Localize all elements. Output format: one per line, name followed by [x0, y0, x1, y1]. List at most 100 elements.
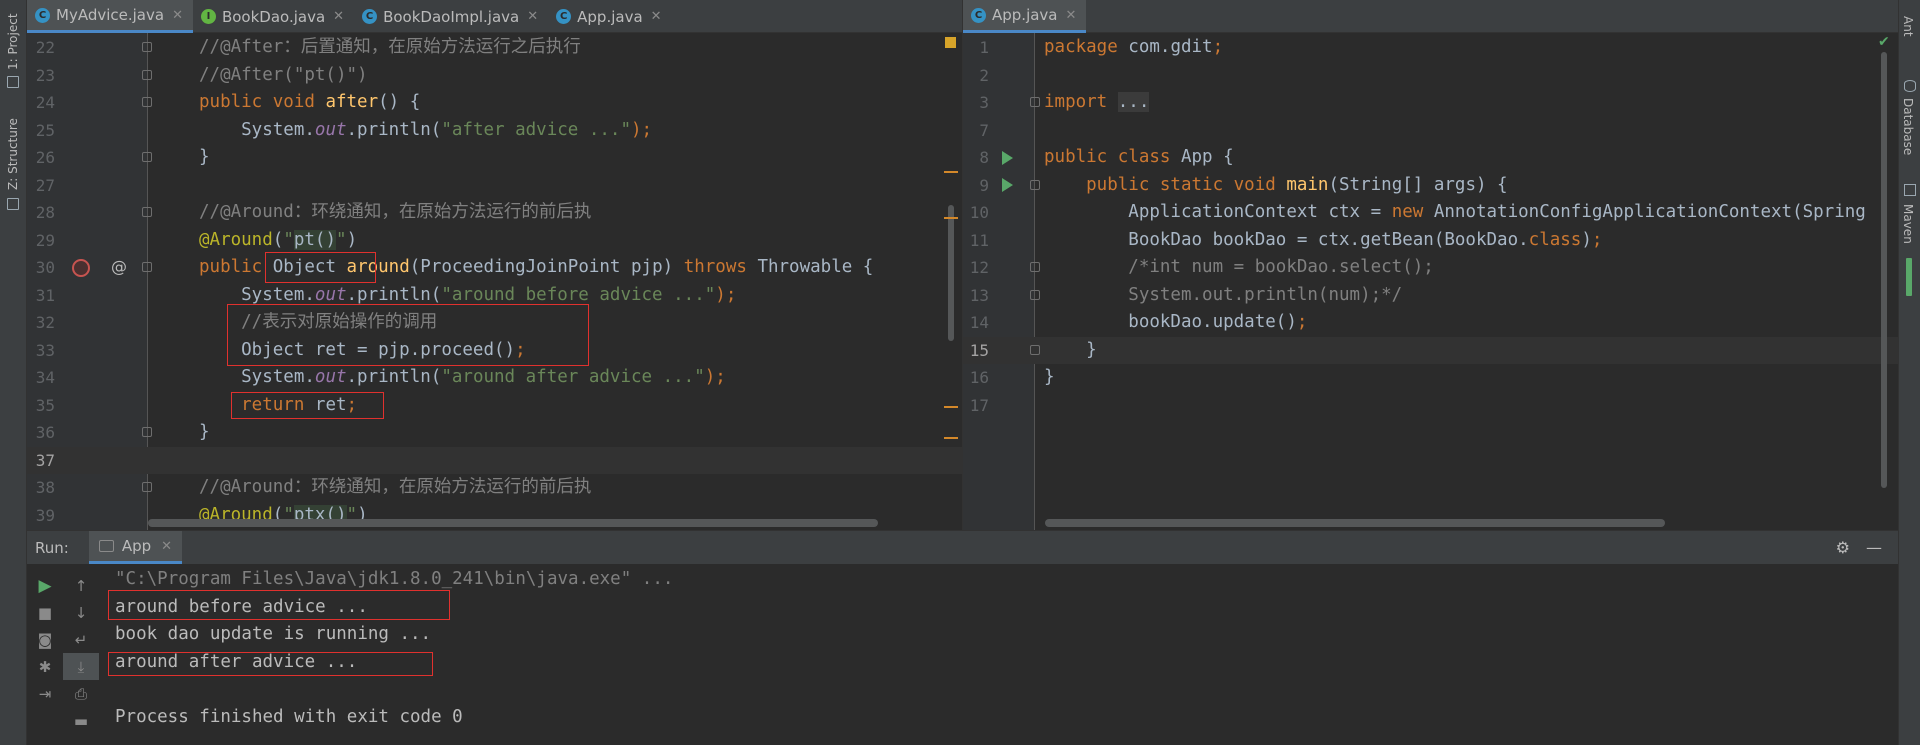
warning-marker[interactable] — [945, 37, 956, 48]
code-line[interactable]: 30 public Object around(ProceedingJoinPo… — [27, 254, 962, 282]
code-text[interactable]: } — [199, 419, 210, 447]
maven-icon[interactable] — [1904, 184, 1916, 196]
code-text[interactable]: BookDao bookDao = ctx.getBean(BookDao.cl… — [1044, 227, 1602, 255]
code-text[interactable]: public class App { — [1044, 144, 1234, 172]
code-line[interactable]: 25 System.out.println("after advice ..."… — [27, 117, 962, 145]
code-text[interactable]: //@Around：环绕通知，在原始方法运行的前后执 — [199, 474, 591, 502]
code-text[interactable]: package com.gdit; — [1044, 34, 1223, 62]
console-line[interactable]: book dao update is running ... — [115, 621, 431, 649]
code-text[interactable]: System.out.println("after advice ..."); — [199, 117, 652, 145]
close-icon[interactable]: ✕ — [651, 9, 662, 24]
folder-icon[interactable] — [7, 76, 19, 88]
close-icon[interactable]: ✕ — [161, 539, 172, 554]
fold-marker[interactable] — [142, 427, 152, 437]
code-line[interactable]: 12 /*int num = bookDao.select(); — [963, 254, 1898, 282]
advice-gutter-icon[interactable] — [72, 259, 90, 277]
error-stripe-marker[interactable] — [944, 171, 958, 173]
soft-wrap-icon[interactable]: ↵ — [63, 626, 99, 653]
code-text[interactable]: //@After("pt()") — [199, 62, 368, 90]
code-line[interactable]: 13 System.out.println(num);*/ — [963, 282, 1898, 310]
left-vertical-scrollbar[interactable] — [948, 205, 954, 341]
tab-myadvice[interactable]: C MyAdvice.java ✕ — [27, 0, 193, 33]
fold-marker[interactable] — [142, 482, 152, 492]
exit-icon[interactable]: ⇥ — [27, 680, 63, 707]
code-line[interactable]: 11 BookDao bookDao = ctx.getBean(BookDao… — [963, 227, 1898, 255]
check-icon[interactable]: ✔ — [1878, 34, 1890, 50]
fold-marker[interactable] — [1030, 97, 1040, 107]
code-text[interactable]: public static void main(String[] args) { — [1044, 172, 1507, 200]
code-line-current[interactable]: 37 — [27, 446, 962, 474]
code-text[interactable]: } — [1044, 364, 1055, 392]
annotation-gutter-icon[interactable]: @ — [111, 257, 127, 276]
code-text[interactable]: System.out.println("around after advice … — [199, 364, 726, 392]
close-icon[interactable]: ✕ — [333, 9, 344, 24]
fold-marker[interactable] — [142, 152, 152, 162]
code-line[interactable]: 27 — [27, 172, 962, 200]
fold-marker[interactable] — [1030, 262, 1040, 272]
debug-icon[interactable]: ✱ — [27, 653, 63, 680]
fold-marker[interactable] — [1030, 345, 1040, 355]
code-line[interactable]: 36 } — [27, 419, 962, 447]
code-line[interactable]: 34 System.out.println("around after advi… — [27, 364, 962, 392]
tab-bookdao[interactable]: I BookDao.java ✕ — [193, 0, 354, 33]
close-icon[interactable]: ✕ — [1066, 8, 1077, 23]
arrow-down-icon[interactable]: ↓ — [63, 599, 99, 626]
code-line[interactable]: 35 return ret; — [27, 392, 962, 420]
code-text[interactable]: //@After：后置通知，在原始方法运行之后执行 — [199, 34, 581, 62]
code-text[interactable]: //@Around：环绕通知，在原始方法运行的前后执 — [199, 199, 591, 227]
scroll-to-end-icon[interactable]: ⤓ — [63, 653, 99, 680]
code-line[interactable]: 2 — [963, 62, 1898, 90]
error-stripe-marker[interactable] — [944, 217, 958, 219]
structure-tool-label[interactable]: Z: Structure — [6, 118, 20, 190]
minimize-icon[interactable]: — — [1866, 538, 1882, 557]
code-text[interactable]: } — [1044, 337, 1097, 365]
ant-tool-label[interactable]: Ant — [1901, 16, 1915, 37]
code-line[interactable]: 29 @Around("pt()") — [27, 227, 962, 255]
tab-app-right[interactable]: C App.java ✕ — [963, 0, 1087, 33]
code-line[interactable]: 3 import ... — [963, 89, 1898, 117]
fold-marker[interactable] — [142, 262, 152, 272]
code-line[interactable]: 9 public static void main(String[] args)… — [963, 172, 1898, 200]
code-text[interactable]: @Around("pt()") — [199, 227, 357, 255]
close-icon[interactable]: ✕ — [172, 8, 183, 23]
rerun-icon[interactable]: ▶ — [27, 572, 63, 599]
close-icon[interactable]: ✕ — [527, 9, 538, 24]
code-text[interactable]: public void after() { — [199, 89, 420, 117]
fold-marker[interactable] — [142, 70, 152, 80]
fold-marker[interactable] — [142, 207, 152, 217]
code-line[interactable]: 17 — [963, 392, 1898, 420]
code-line[interactable]: 7 — [963, 117, 1898, 145]
code-text[interactable]: bookDao.update(); — [1044, 309, 1307, 337]
error-stripe-marker[interactable] — [944, 437, 958, 439]
code-line[interactable]: 10 ApplicationContext ctx = new Annotati… — [963, 199, 1898, 227]
right-vertical-scrollbar[interactable] — [1881, 52, 1887, 488]
error-stripe-marker[interactable] — [944, 406, 958, 408]
tab-bookdaoimpl[interactable]: C BookDaoImpl.java ✕ — [354, 0, 548, 33]
code-line[interactable]: 38 //@Around：环绕通知，在原始方法运行的前后执 — [27, 474, 962, 502]
arrow-up-icon[interactable]: ↑ — [63, 572, 99, 599]
right-horizontal-scrollbar[interactable] — [1045, 519, 1665, 527]
database-tool-label[interactable]: Database — [1901, 98, 1915, 155]
code-text[interactable]: } — [199, 144, 210, 172]
run-class-icon[interactable] — [1002, 151, 1013, 165]
left-horizontal-scrollbar[interactable] — [148, 519, 878, 527]
code-line[interactable]: 26 } — [27, 144, 962, 172]
fold-marker[interactable] — [142, 42, 152, 52]
tab-app[interactable]: C App.java ✕ — [548, 0, 671, 33]
code-line[interactable]: 22 //@After：后置通知，在原始方法运行之后执行 — [27, 34, 962, 62]
code-line[interactable]: 14 bookDao.update(); — [963, 309, 1898, 337]
code-text[interactable]: System.out.println(num);*/ — [1044, 282, 1402, 310]
print-icon[interactable]: ⎙ — [63, 680, 99, 707]
stop-icon[interactable]: ■ — [27, 599, 63, 626]
code-text[interactable]: ApplicationContext ctx = new AnnotationC… — [1044, 199, 1866, 227]
fold-marker[interactable] — [1030, 290, 1040, 300]
code-line[interactable]: 16 } — [963, 364, 1898, 392]
code-line[interactable]: 8 public class App { — [963, 144, 1898, 172]
code-line[interactable]: 24 public void after() { — [27, 89, 962, 117]
code-line[interactable]: 1 package com.gdit; — [963, 34, 1898, 62]
run-main-icon[interactable] — [1002, 178, 1013, 192]
database-icon[interactable] — [1904, 80, 1916, 92]
camera-icon[interactable]: ◙ — [27, 626, 63, 653]
fold-marker[interactable] — [142, 97, 152, 107]
trash-icon[interactable]: ▬ — [63, 707, 99, 734]
